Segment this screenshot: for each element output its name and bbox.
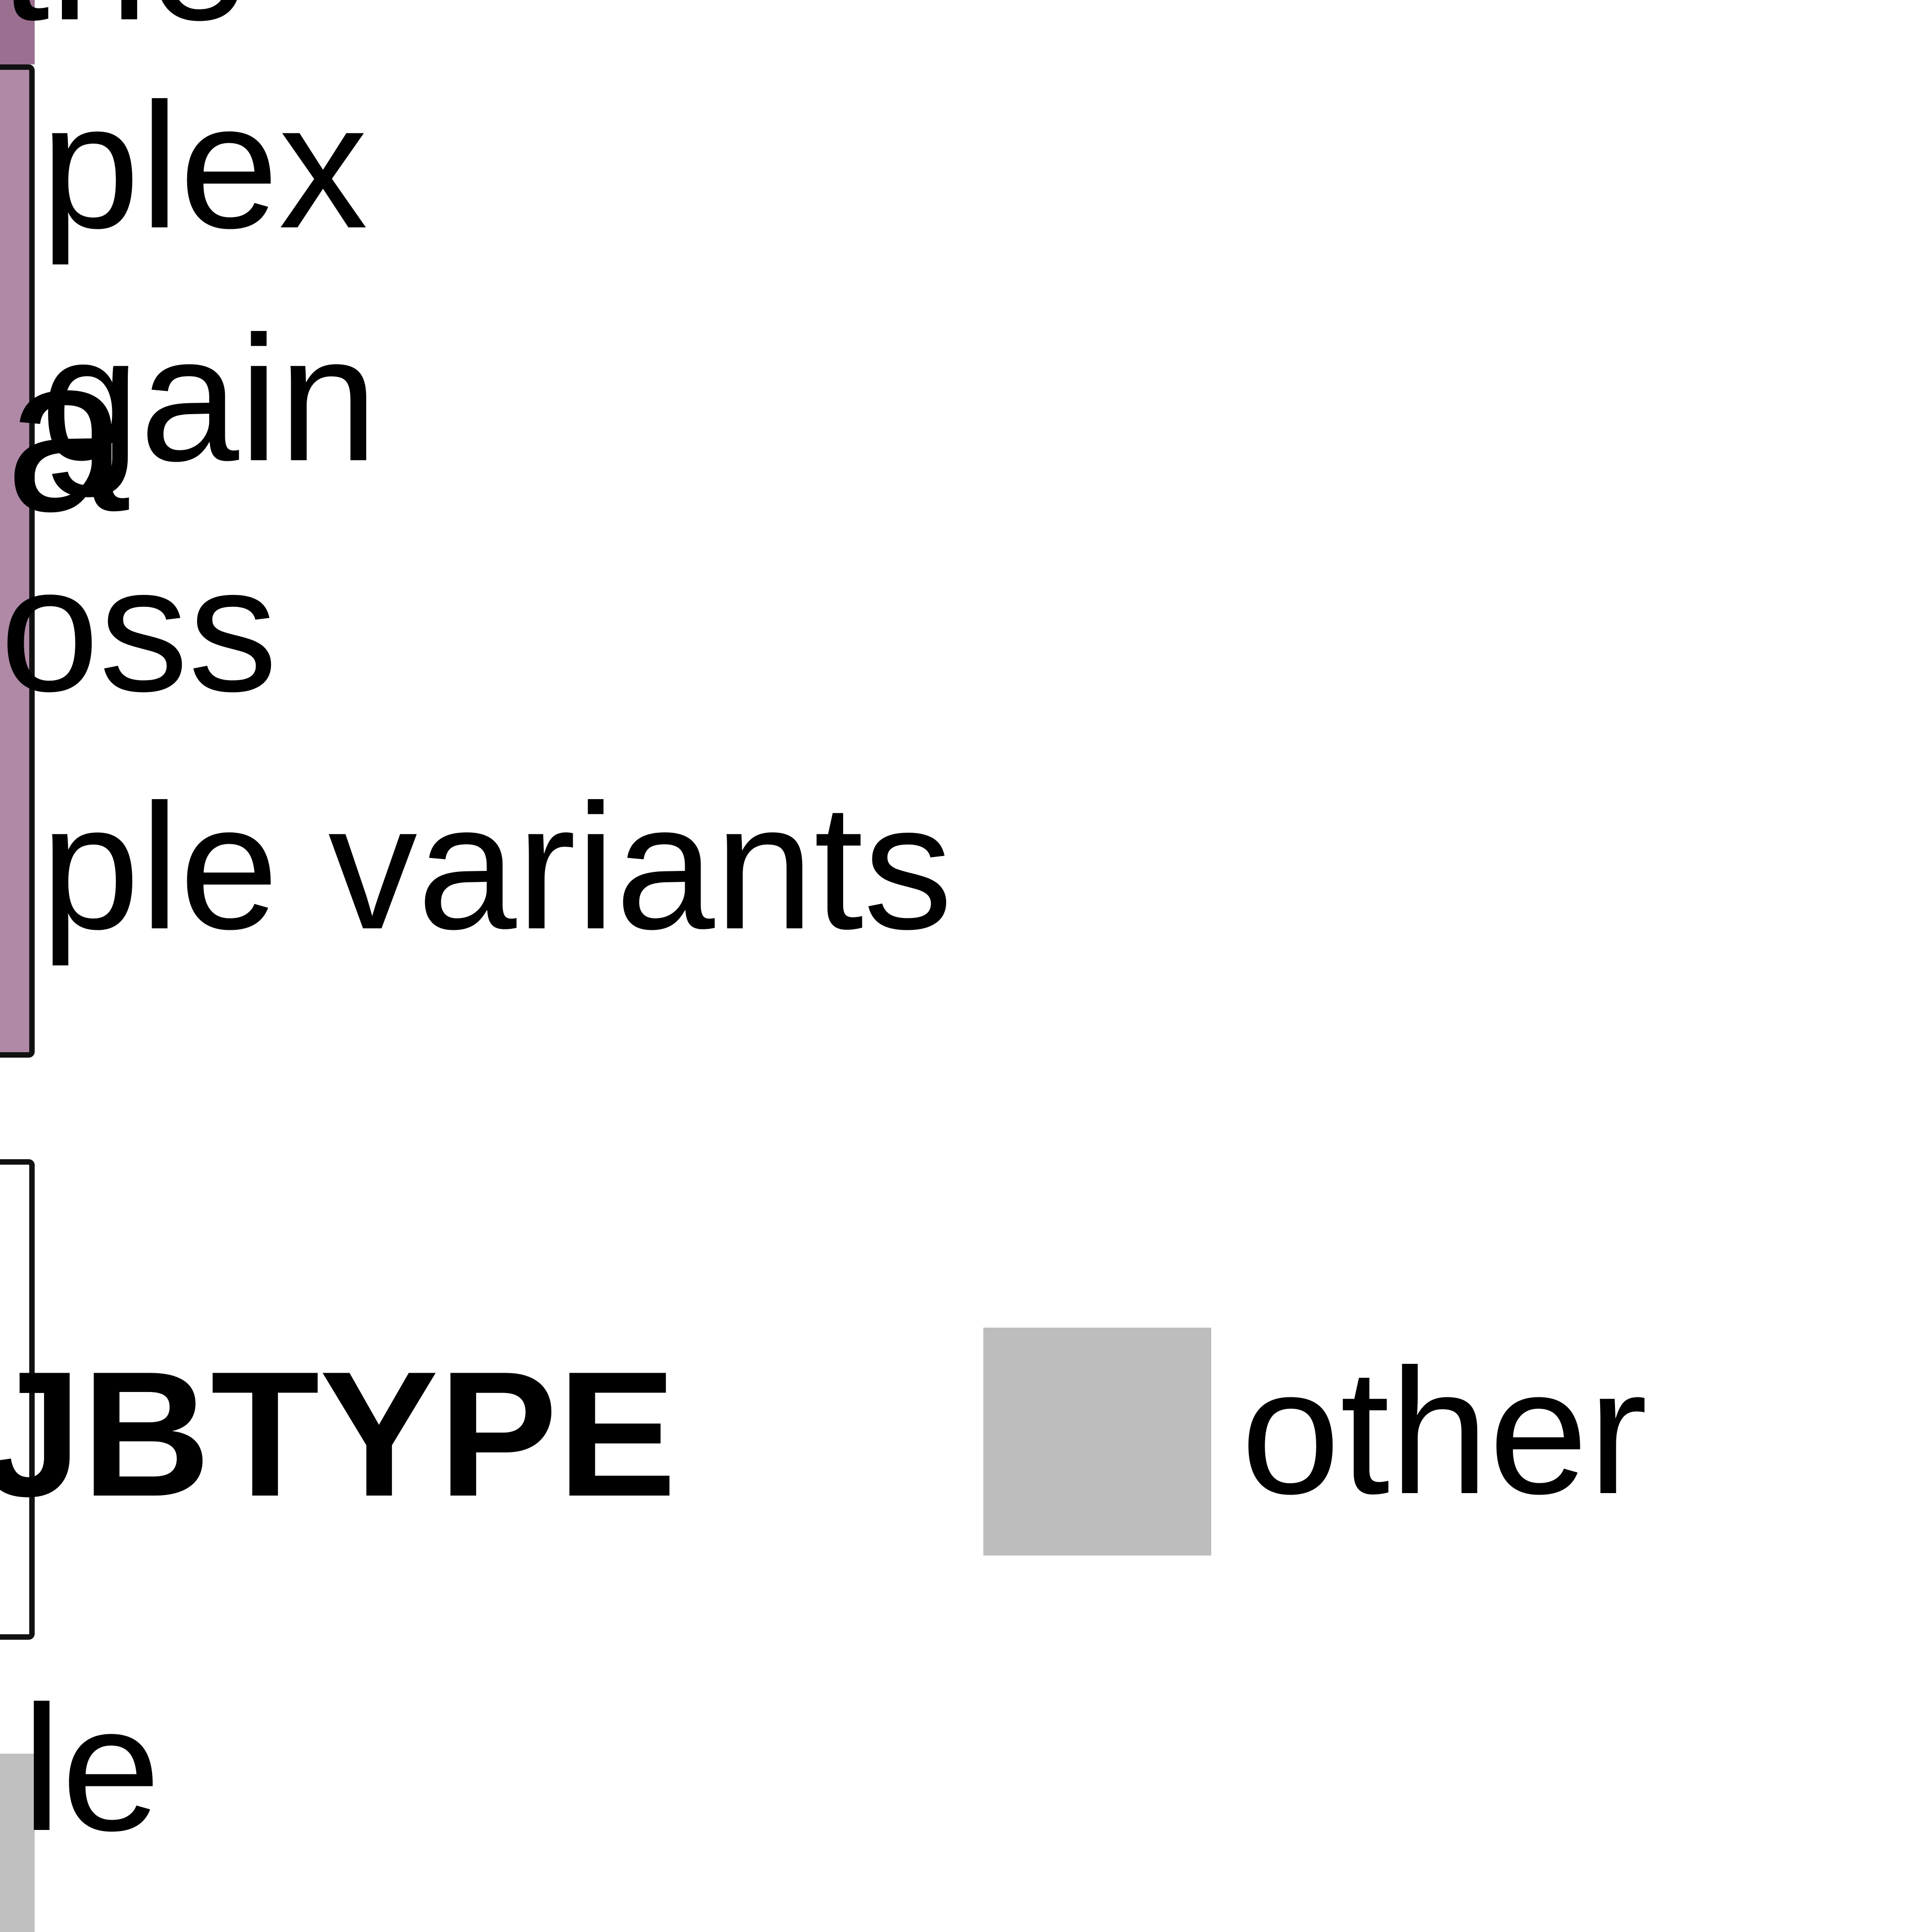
text-line-gain: gain xyxy=(41,299,378,498)
diagram-canvas: the plex a gain oss ple variants JBTYPE … xyxy=(0,0,1932,1932)
subtype-label: JBTYPE xyxy=(0,1335,677,1534)
gray-swatch xyxy=(983,1328,1211,1556)
partial-word-top: the xyxy=(0,0,248,47)
lower-text-fragment: le xyxy=(22,1669,161,1868)
text-line-oss: oss xyxy=(0,530,278,729)
subtype-value: other xyxy=(1241,1332,1648,1531)
text-line-plex: plex xyxy=(41,66,368,266)
text-line-variants: ple variants xyxy=(41,767,953,966)
